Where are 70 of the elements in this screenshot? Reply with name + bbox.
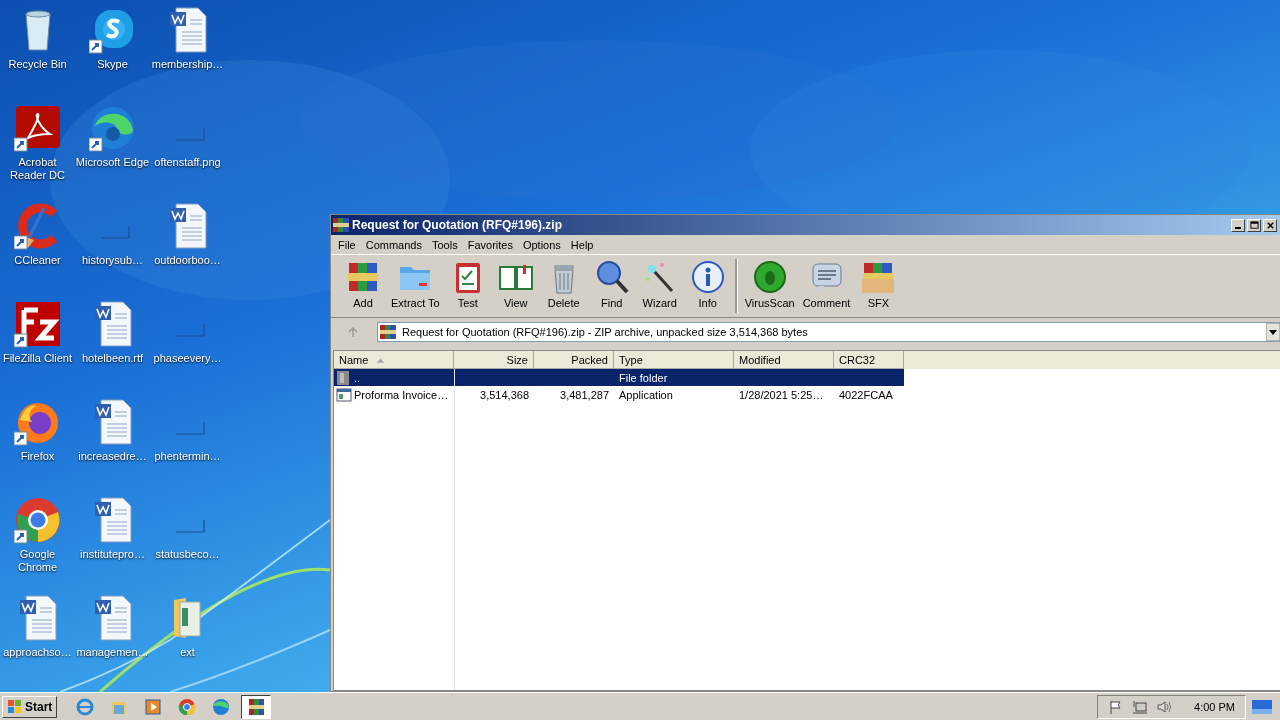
toolbar-button[interactable]: View xyxy=(491,259,540,309)
desktop-icon-label[interactable]: Firefox xyxy=(20,450,55,463)
pdf-icon[interactable] xyxy=(13,104,62,152)
desktop-icon-label[interactable]: historysub… xyxy=(81,254,144,267)
toolbar-button[interactable]: Add xyxy=(339,259,387,309)
table-cell: File folder xyxy=(619,371,668,384)
desktop-icon-label[interactable]: Recycle Bin xyxy=(8,58,67,71)
table-cell: Application xyxy=(619,388,673,401)
toolbar-button[interactable]: Comment xyxy=(798,259,855,309)
chrome-icon[interactable] xyxy=(13,496,62,544)
toolbar-button[interactable]: Delete xyxy=(539,259,588,309)
file-row[interactable]: .. File folder xyxy=(334,369,904,386)
up-arrow-icon xyxy=(347,326,359,338)
folder-icon xyxy=(336,369,352,386)
close-button[interactable] xyxy=(1263,218,1277,232)
menu-item[interactable]: Tools xyxy=(427,238,463,251)
desktop-icon-label[interactable]: Google Chrome xyxy=(0,548,75,574)
minimize-button[interactable] xyxy=(1231,218,1245,232)
toolbar-button[interactable]: Find xyxy=(587,259,636,309)
close-icon xyxy=(1265,220,1275,230)
toolbar-button[interactable]: Info xyxy=(683,259,732,309)
table-cell: Proforma Invoice… xyxy=(354,388,449,401)
file-row[interactable]: Proforma Invoice… 3,514,368 3,481,287 Application 1/28/2021 5:25… 4022FCAA xyxy=(334,386,904,403)
menu-item[interactable]: Commands xyxy=(360,238,427,251)
desktop-icon-label[interactable]: FileZilla Client xyxy=(2,352,73,365)
maximize-button[interactable] xyxy=(1247,218,1261,232)
desktop-icon-label[interactable]: Skype xyxy=(97,58,128,71)
toolbar-button[interactable]: Extract To xyxy=(387,259,444,309)
menu-item[interactable]: Options xyxy=(517,238,566,251)
table-cell: 3,481,287 xyxy=(560,388,609,401)
desktop-icon-label[interactable]: outdoorboo… xyxy=(154,254,221,267)
maximize-icon xyxy=(1249,220,1259,230)
desktop-icon-label[interactable]: phaseevery… xyxy=(153,352,222,365)
toolbar-button[interactable]: Wizard xyxy=(635,259,684,309)
filezilla-icon[interactable] xyxy=(13,300,62,348)
desktop-icon-label[interactable]: membership… xyxy=(151,58,224,71)
logo-icon xyxy=(7,698,23,715)
desktop-icon-label[interactable]: phentermin… xyxy=(154,450,221,463)
table-cell: 4022FCAA xyxy=(839,388,893,401)
desktop-icon-label[interactable]: increasedre… xyxy=(78,450,147,463)
minimize-icon xyxy=(1235,226,1241,229)
table-cell: .. xyxy=(354,371,361,384)
desktop-icon-label[interactable]: Microsoft Edge xyxy=(75,156,150,169)
info-icon xyxy=(689,259,726,295)
window-title: Request for Quotation (RFQ#196).zip xyxy=(352,218,562,232)
menu-item[interactable]: Favorites xyxy=(462,238,518,251)
start-button[interactable]: Start xyxy=(2,695,58,718)
archive-icon xyxy=(333,217,349,233)
archive-icon xyxy=(380,324,396,340)
desktop-icon-label[interactable]: oftenstaff.png xyxy=(154,156,221,169)
menu-item[interactable]: File xyxy=(333,238,361,251)
address-field[interactable]: Request for Quotation (RFQ#196).zip - ZIP archive, unpacked size 3,514,368 bytes xyxy=(377,322,1280,342)
winrar-taskbar-icon[interactable] xyxy=(241,694,272,719)
desktop-icon-label[interactable]: institutepro… xyxy=(80,548,145,561)
menu-item[interactable]: Help xyxy=(565,238,599,251)
clock[interactable]: 4:00 PM xyxy=(1194,700,1235,713)
toolbar-button[interactable]: SFX xyxy=(854,259,903,309)
toolbar-button[interactable]: VirusScan xyxy=(740,259,799,309)
sort-arrow-icon xyxy=(376,356,386,363)
toolbar-button[interactable]: Test xyxy=(443,259,492,309)
table-cell: 3,514,368 xyxy=(480,388,529,401)
table-cell: 1/28/2021 5:25… xyxy=(739,388,824,401)
desktop-icon-label[interactable]: Acrobat Reader DC xyxy=(0,156,75,182)
speaker-icon[interactable] xyxy=(1156,698,1173,715)
application-icon xyxy=(336,386,352,403)
show-desktop-icon[interactable] xyxy=(1252,699,1272,714)
desktop-icon-label[interactable]: hotelbeen.rtf xyxy=(81,352,144,365)
edge-icon[interactable] xyxy=(88,104,137,152)
dropdown-arrow-icon[interactable] xyxy=(1266,323,1280,341)
desktop-icon-label[interactable]: CCleaner xyxy=(14,254,61,267)
